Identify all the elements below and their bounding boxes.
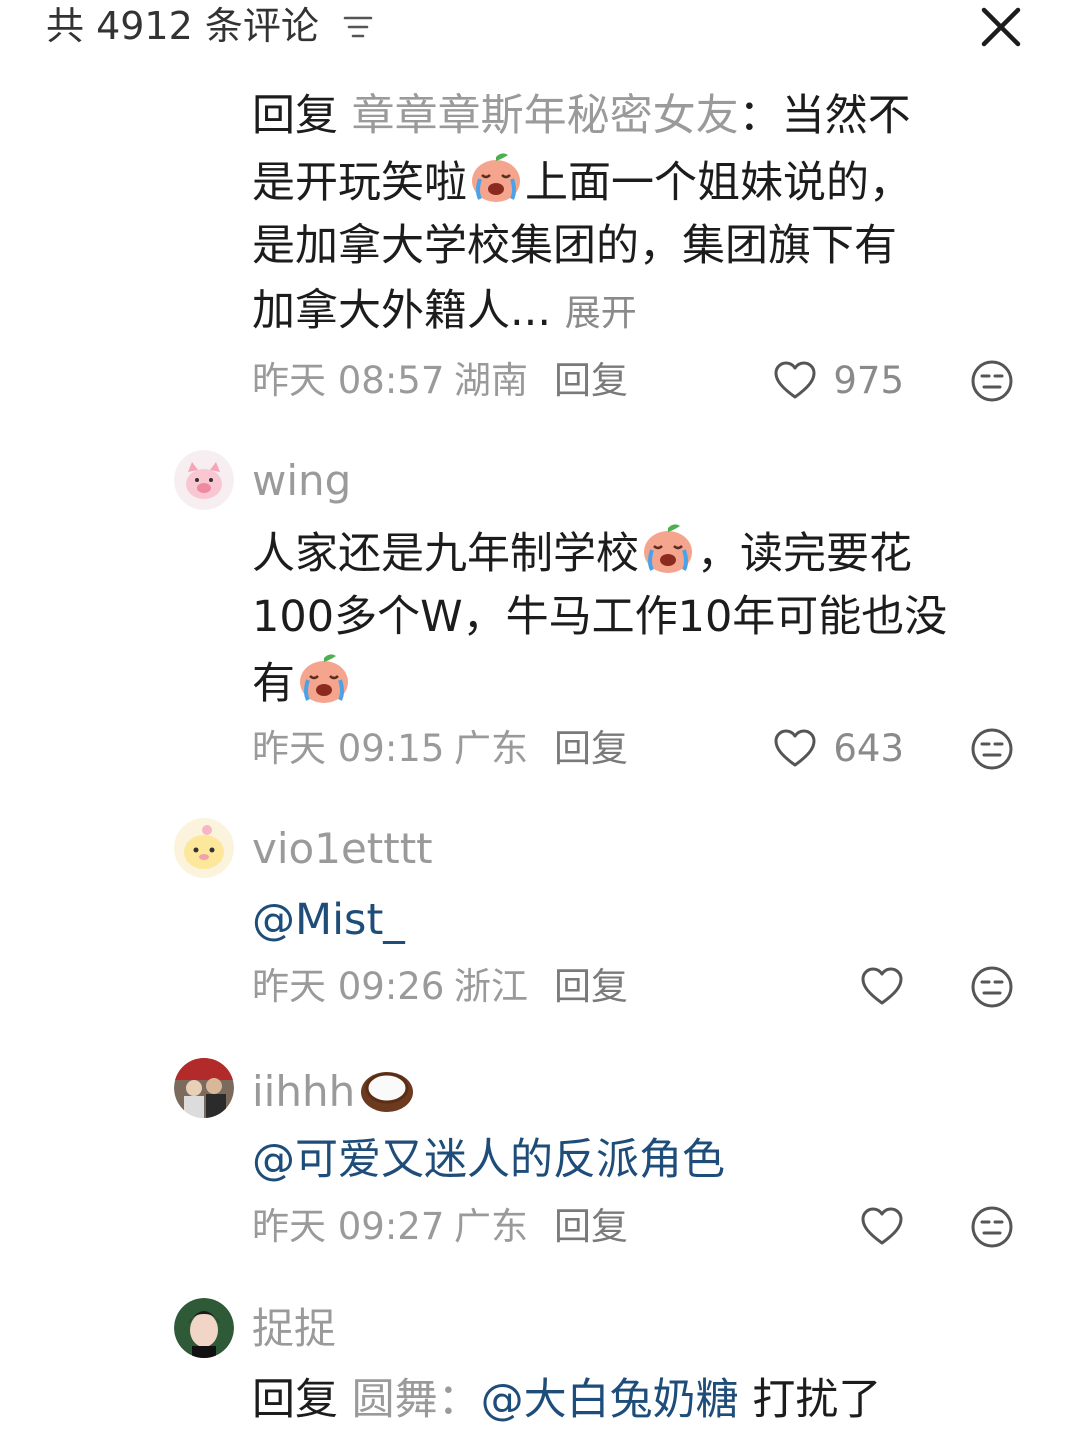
comment-text: 100多个W，牛马工作10年可能也没 <box>252 592 948 642</box>
comment-location: 广东 <box>454 727 528 770</box>
username[interactable]: iihhh <box>252 1067 355 1116</box>
reply-button[interactable]: 回复 <box>554 1202 628 1252</box>
comment-text: 上面一个姐妹说的， <box>525 158 912 208</box>
reply-button[interactable]: 回复 <box>554 356 628 406</box>
avatar[interactable] <box>174 818 234 878</box>
comment-meta: 昨天 09:15 广东 回复 643 <box>252 724 1032 774</box>
comment-body: 回复 章章章斯年秘密女友：当然不 是开玩笑啦 上面一个姐妹说的， 是加拿大学校集团… <box>252 84 1027 344</box>
reply-button[interactable]: 回复 <box>554 962 628 1012</box>
reply-prefix: 回复 <box>252 91 338 141</box>
comment-meta: 昨天 08:57 湖南 回复 975 <box>252 356 1032 406</box>
crying-peach-emoji <box>295 650 353 706</box>
comment-time: 昨天 08:57 <box>252 359 445 402</box>
comment-body: @Mist_ <box>252 888 1027 953</box>
comment-time: 昨天 09:27 <box>252 1205 445 1248</box>
heart-outline-icon <box>861 967 903 1005</box>
comment-location: 浙江 <box>454 965 528 1008</box>
comment-body: 回复 圆舞：@大白兔奶糖 打扰了 <box>252 1368 1027 1433</box>
comment-location: 广东 <box>454 1205 528 1248</box>
comment-text: 是开玩笑啦 <box>252 158 467 208</box>
username-row: iihhh <box>252 1064 417 1117</box>
coconut-emoji <box>355 1064 417 1116</box>
like-button[interactable] <box>860 1202 904 1252</box>
comment-text: 人家还是九年制学校 <box>252 529 639 579</box>
expand-link[interactable]: 展开 <box>565 293 637 334</box>
comment-meta: 昨天 09:26 浙江 回复 <box>252 962 1032 1012</box>
reply-prefix: 回复 <box>252 1375 338 1425</box>
comment-count-title: 共 4912 条评论 <box>46 4 319 48</box>
comment-text: 加拿大外籍人... <box>252 286 552 336</box>
crying-peach-emoji <box>467 149 525 205</box>
comment-body: 人家还是九年制学校 ，读完要花 100多个W，牛马工作10年可能也没 有 <box>252 520 1027 715</box>
comment-text: ，读完要花 <box>697 529 912 579</box>
mention-link[interactable]: @Mist_ <box>252 888 1027 953</box>
comment-time: 昨天 09:15 <box>252 727 445 770</box>
comment-text: 有 <box>252 659 295 709</box>
heart-outline-icon <box>774 361 816 399</box>
avatar[interactable] <box>174 1298 234 1358</box>
avatar[interactable] <box>174 450 234 510</box>
comment-body: @可爱又迷人的反派角色 <box>252 1128 1027 1193</box>
comment-text: 打扰了 <box>752 1375 882 1425</box>
comment-meta: 昨天 09:27 广东 回复 <box>252 1202 1032 1252</box>
username[interactable]: 捉捉 <box>252 1304 336 1354</box>
meh-face-icon[interactable] <box>970 359 1014 403</box>
like-count: 975 <box>833 359 904 402</box>
like-count: 643 <box>833 727 904 770</box>
close-icon[interactable] <box>976 2 1026 52</box>
meh-face-icon[interactable] <box>970 727 1014 771</box>
reply-button[interactable]: 回复 <box>554 724 628 774</box>
reply-target-user[interactable]: 章章章斯年秘密女友 <box>352 91 739 141</box>
crying-peach-emoji <box>639 520 697 576</box>
like-button[interactable] <box>860 962 904 1012</box>
username[interactable]: wing <box>252 456 351 506</box>
reply-target-user[interactable]: 圆舞： <box>352 1375 481 1425</box>
meh-face-icon[interactable] <box>970 965 1014 1009</box>
comments-header: 共 4912 条评论 <box>0 0 1080 56</box>
mention-link[interactable]: @大白兔奶糖 <box>481 1375 739 1425</box>
like-button[interactable]: 975 <box>773 356 904 406</box>
comment-location: 湖南 <box>454 359 528 402</box>
heart-outline-icon <box>861 1207 903 1245</box>
like-button[interactable]: 643 <box>773 724 904 774</box>
comment-text: ：当然不 <box>738 91 911 141</box>
avatar[interactable] <box>174 1058 234 1118</box>
username[interactable]: vio1etttt <box>252 824 433 874</box>
mention-link[interactable]: @可爱又迷人的反派角色 <box>252 1128 1027 1193</box>
comment-text: 是加拿大学校集团的，集团旗下有 <box>252 221 897 271</box>
heart-outline-icon <box>774 729 816 767</box>
comment-time: 昨天 09:26 <box>252 965 445 1008</box>
meh-face-icon[interactable] <box>970 1205 1014 1249</box>
sort-filter-icon[interactable] <box>342 12 374 42</box>
